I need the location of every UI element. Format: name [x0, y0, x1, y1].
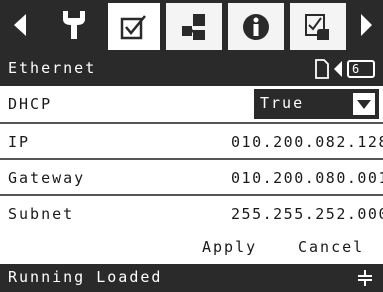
- field-value[interactable]: 010.200.082.128: [231, 133, 383, 151]
- tab-configuration[interactable]: [105, 0, 163, 50]
- tab-info[interactable]: [225, 0, 287, 50]
- tab-settings[interactable]: [287, 0, 349, 50]
- select-value: True: [260, 94, 305, 112]
- field-label: Gateway: [8, 169, 86, 187]
- cancel-button[interactable]: Cancel: [298, 238, 364, 256]
- arrow-right-icon: [361, 14, 372, 36]
- chevron-down-icon: [357, 100, 371, 109]
- status-text: Running Loaded: [8, 268, 163, 286]
- tab-tools[interactable]: [43, 0, 105, 50]
- document-icon: [315, 59, 329, 79]
- dhcp-select[interactable]: True: [254, 89, 379, 119]
- settings-hand-icon: [305, 13, 329, 40]
- page-number[interactable]: 6: [347, 60, 375, 78]
- field-row-dhcp: DHCP True: [0, 86, 383, 124]
- network-icon: [182, 13, 205, 40]
- apply-button[interactable]: Apply: [202, 238, 257, 256]
- section-header: Ethernet 6: [0, 52, 383, 86]
- page-indicator: 6: [315, 58, 375, 80]
- dropdown-arrow[interactable]: [353, 93, 375, 115]
- wrench-icon: [63, 11, 85, 39]
- field-label: DHCP: [8, 95, 53, 113]
- status-bar: Running Loaded: [0, 264, 383, 292]
- page-back-icon[interactable]: [333, 60, 343, 78]
- field-label: Subnet: [8, 205, 75, 223]
- connector-icon: [357, 270, 373, 290]
- page-title: Ethernet: [8, 59, 97, 77]
- field-row-gateway[interactable]: Gateway 010.200.080.001: [0, 160, 383, 196]
- field-value[interactable]: 255.255.252.000: [231, 205, 383, 223]
- tab-next[interactable]: [349, 0, 383, 50]
- action-bar: Apply Cancel: [0, 230, 383, 264]
- field-label: IP: [8, 133, 31, 151]
- field-value[interactable]: 010.200.080.001: [231, 169, 383, 187]
- field-row-subnet[interactable]: Subnet 255.255.252.000: [0, 196, 383, 232]
- tab-prev[interactable]: [0, 0, 40, 50]
- tab-bar: [0, 0, 383, 52]
- checkbox-icon: [120, 14, 146, 39]
- info-icon: [243, 13, 269, 40]
- tab-network[interactable]: [163, 0, 225, 50]
- field-row-ip[interactable]: IP 010.200.082.128: [0, 124, 383, 160]
- arrow-left-icon: [14, 14, 26, 36]
